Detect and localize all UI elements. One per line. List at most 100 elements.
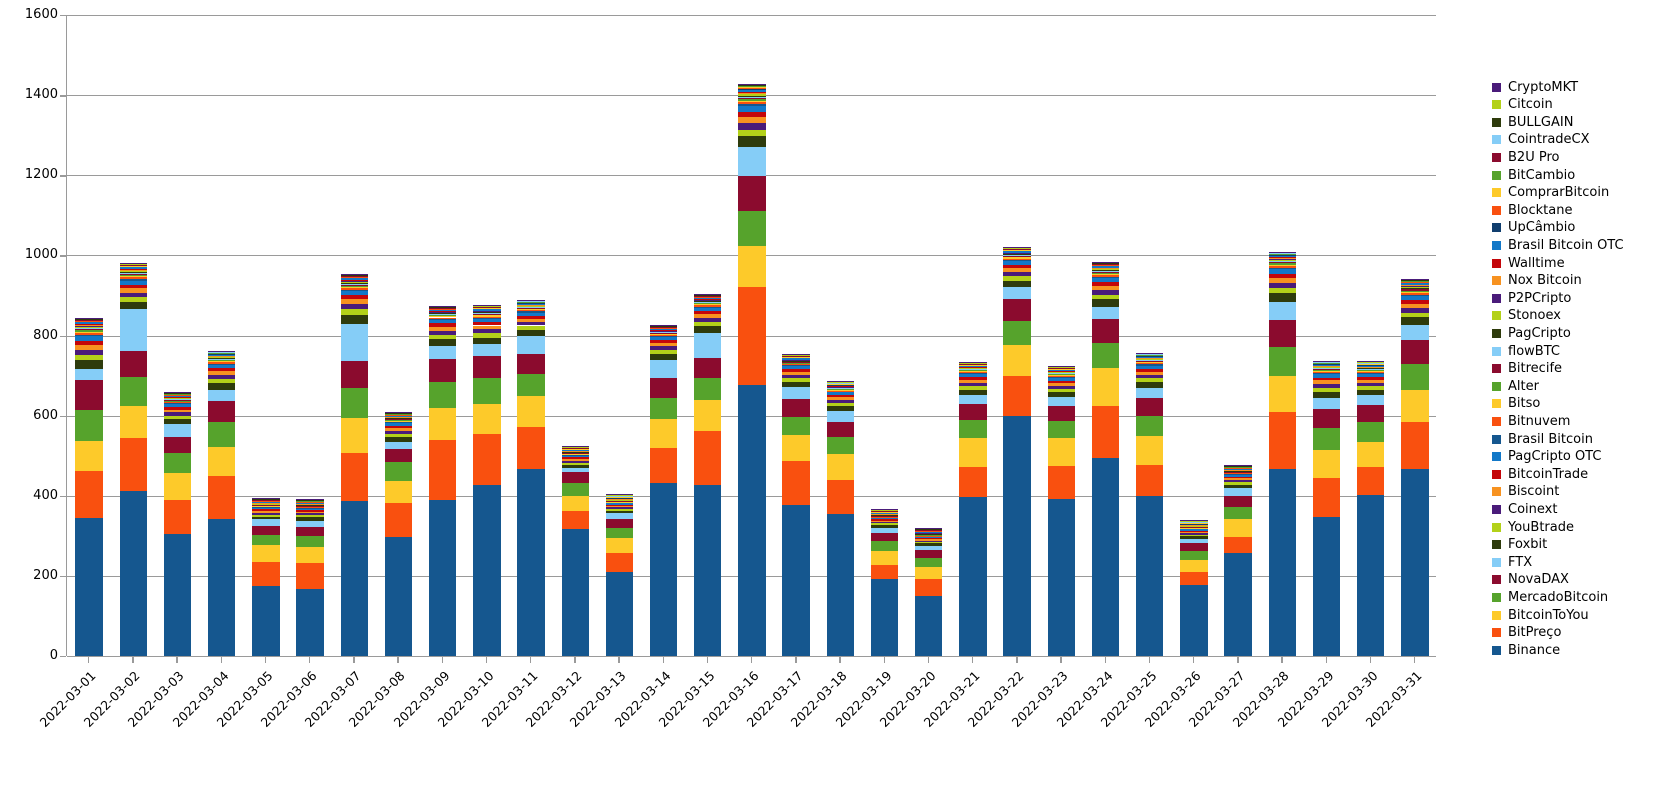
bar-segment[interactable] — [605, 538, 634, 554]
bar-segment[interactable] — [207, 361, 236, 363]
bar-segment[interactable] — [1401, 278, 1429, 280]
bar-segment[interactable] — [826, 394, 855, 398]
bar-segment[interactable] — [915, 538, 943, 540]
bar-segment[interactable] — [207, 389, 236, 401]
bar-segment[interactable] — [163, 453, 192, 474]
bar-segment[interactable] — [649, 359, 678, 379]
bar-segment[interactable] — [119, 280, 147, 285]
bar-stack[interactable] — [517, 15, 545, 656]
bar-segment[interactable] — [119, 437, 147, 492]
bar-segment[interactable] — [694, 314, 722, 318]
bar-stack[interactable] — [473, 15, 501, 656]
bar-segment[interactable] — [1357, 386, 1385, 390]
bar-segment[interactable] — [605, 494, 634, 496]
legend-item[interactable]: YouBtrade — [1492, 518, 1574, 536]
bar-segment[interactable] — [561, 455, 589, 458]
bar-segment[interactable] — [649, 335, 678, 338]
bar-segment[interactable] — [1003, 344, 1031, 376]
bar-segment[interactable] — [1268, 273, 1296, 278]
bar-segment[interactable] — [1003, 276, 1031, 281]
bar-segment[interactable] — [782, 434, 810, 462]
bar-segment[interactable] — [1312, 516, 1341, 656]
bar-segment[interactable] — [561, 495, 589, 512]
bar-segment[interactable] — [1401, 312, 1429, 318]
bar-segment[interactable] — [561, 458, 589, 461]
bar-segment[interactable] — [738, 96, 766, 98]
bar-segment[interactable] — [1268, 277, 1296, 283]
bar-segment[interactable] — [915, 541, 943, 544]
legend-item[interactable]: B2U Pro — [1492, 148, 1559, 166]
bar-segment[interactable] — [1401, 300, 1429, 304]
bar-segment[interactable] — [1003, 261, 1031, 265]
bar-segment[interactable] — [517, 318, 545, 322]
bar-segment[interactable] — [870, 527, 899, 533]
bar-segment[interactable] — [738, 385, 766, 656]
bar-segment[interactable] — [252, 497, 280, 499]
bar-segment[interactable] — [1268, 411, 1296, 470]
bar-segment[interactable] — [694, 400, 722, 431]
legend-item[interactable]: BitcoinToYou — [1492, 606, 1589, 624]
bar-segment[interactable] — [870, 541, 899, 551]
legend-item[interactable]: MercadoBitcoin — [1492, 588, 1608, 606]
bar-segment[interactable] — [252, 562, 280, 586]
bar-segment[interactable] — [1224, 476, 1252, 479]
bar-segment[interactable] — [340, 289, 368, 292]
bar-segment[interactable] — [473, 309, 501, 311]
bar-segment[interactable] — [428, 318, 457, 320]
bar-segment[interactable] — [1357, 390, 1385, 396]
bar-segment[interactable] — [1180, 551, 1208, 561]
bar-segment[interactable] — [517, 396, 545, 428]
bar-segment[interactable] — [1180, 530, 1208, 532]
bar-segment[interactable] — [1312, 374, 1341, 378]
bar-segment[interactable] — [473, 315, 501, 317]
bar-segment[interactable] — [561, 462, 589, 465]
bar-segment[interactable] — [340, 299, 368, 305]
bar-segment[interactable] — [517, 312, 545, 316]
bar-segment[interactable] — [252, 507, 280, 510]
bar-segment[interactable] — [1401, 289, 1429, 291]
bar-segment[interactable] — [1180, 585, 1208, 656]
bar-segment[interactable] — [782, 378, 810, 382]
bar-segment[interactable] — [959, 373, 987, 377]
legend-item[interactable]: Coinext — [1492, 500, 1557, 518]
bar-segment[interactable] — [163, 396, 192, 398]
bar-segment[interactable] — [605, 518, 634, 528]
bar-segment[interactable] — [782, 366, 810, 370]
bar-segment[interactable] — [252, 509, 280, 511]
bar-segment[interactable] — [207, 400, 236, 423]
bar-segment[interactable] — [252, 525, 280, 535]
bar-segment[interactable] — [1268, 264, 1296, 267]
bar-segment[interactable] — [1091, 306, 1120, 320]
bar-segment[interactable] — [207, 374, 236, 379]
bar-segment[interactable] — [119, 267, 147, 269]
bar-segment[interactable] — [1357, 365, 1385, 367]
bar-segment[interactable] — [384, 502, 413, 538]
bar-segment[interactable] — [738, 123, 766, 130]
legend-item[interactable]: Biscoint — [1492, 483, 1559, 501]
bar-segment[interactable] — [207, 363, 236, 365]
bar-segment[interactable] — [1091, 342, 1120, 368]
bar-segment[interactable] — [1091, 285, 1120, 291]
bar-segment[interactable] — [163, 415, 192, 420]
bar-segment[interactable] — [1047, 421, 1076, 439]
bar-segment[interactable] — [119, 276, 147, 278]
legend-item[interactable]: BitPreço — [1492, 624, 1561, 642]
bar-segment[interactable] — [296, 517, 324, 521]
bar-segment[interactable] — [1401, 291, 1429, 294]
bar-segment[interactable] — [1091, 319, 1120, 343]
bar-segment[interactable] — [119, 406, 147, 438]
bar-segment[interactable] — [738, 210, 766, 247]
bar-segment[interactable] — [1136, 364, 1164, 366]
bar-segment[interactable] — [738, 104, 766, 107]
bar-segment[interactable] — [738, 146, 766, 176]
bar-segment[interactable] — [163, 499, 192, 534]
bar-segment[interactable] — [738, 106, 766, 112]
bar-segment[interactable] — [782, 358, 810, 360]
bar-segment[interactable] — [1268, 269, 1296, 274]
bar-segment[interactable] — [1312, 397, 1341, 410]
bar-segment[interactable] — [207, 519, 236, 656]
bar-segment[interactable] — [1091, 266, 1120, 268]
bar-segment[interactable] — [1401, 296, 1429, 301]
bar-segment[interactable] — [1047, 438, 1076, 466]
bar-segment[interactable] — [517, 325, 545, 330]
